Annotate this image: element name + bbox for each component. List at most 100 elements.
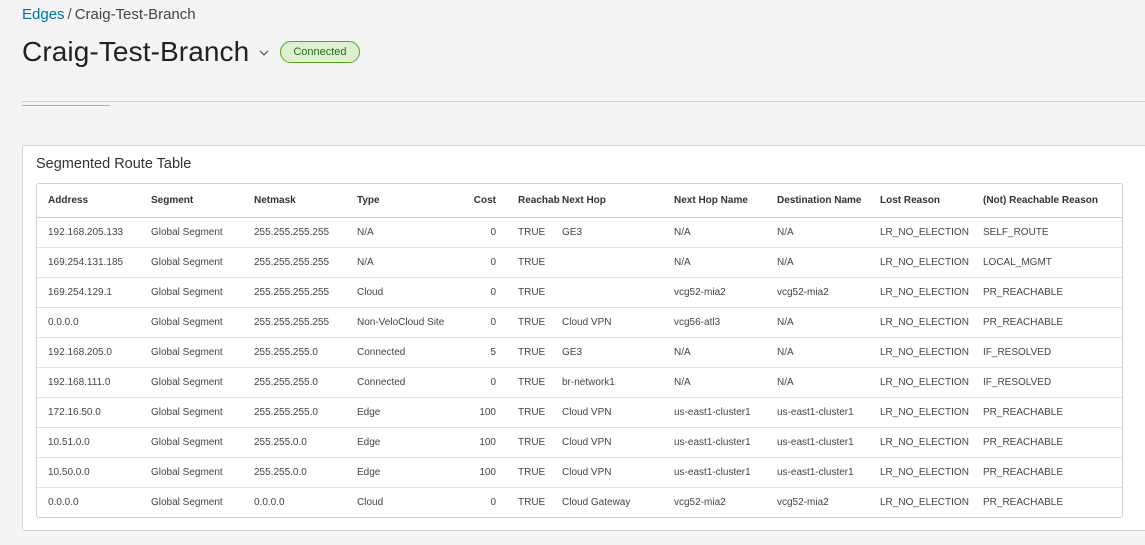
cell-netmask: 255.255.255.0 bbox=[243, 397, 346, 428]
cell-next-hop: GE3 bbox=[560, 217, 663, 248]
cell-next-hop: Cloud Gateway bbox=[562, 497, 631, 508]
tab-underline bbox=[22, 105, 110, 106]
cell-cost: 0 bbox=[449, 277, 507, 308]
table-row[interactable]: 192.168.111.0 Global Segment 255.255.255.0… bbox=[37, 367, 1122, 398]
cell-destination-name: N/A bbox=[766, 307, 869, 338]
cell-segment: Global Segment bbox=[140, 427, 243, 458]
route-table: Address Segment Netmask Type Cost Reacha… bbox=[37, 184, 1122, 517]
cell-not-reachable-reason: PR_REACHABLE bbox=[983, 497, 1064, 508]
cell-address: 192.168.205.133 bbox=[37, 217, 140, 248]
col-header-netmask[interactable]: Netmask bbox=[243, 184, 346, 218]
cell-not-reachable-reason: PR_REACHABLE bbox=[972, 427, 1122, 458]
cell-segment: Global Segment bbox=[140, 337, 243, 368]
cell-lost-reason: LR_NO_ELECTION bbox=[880, 497, 969, 508]
cell-reachable: TRUE bbox=[507, 247, 560, 278]
cell-type: N/A bbox=[346, 217, 449, 248]
cell-cost: 0 bbox=[449, 367, 507, 398]
cell-not-reachable-reason: IF_RESOLVED bbox=[972, 367, 1122, 398]
title-row: Craig-Test-Branch Connected bbox=[22, 36, 360, 68]
cell-cost: 100 bbox=[449, 397, 507, 428]
cell-type: Non-VeloCloud Site bbox=[346, 307, 449, 338]
cell-next-hop: br-network1 bbox=[560, 367, 663, 398]
table-row[interactable]: 169.254.131.185 Global Segment 255.255.255… bbox=[37, 247, 1122, 278]
cell-reachable: TRUE bbox=[507, 397, 560, 428]
cell-address: 0.0.0.0 bbox=[48, 497, 79, 508]
cell-next-hop-name: N/A bbox=[663, 217, 766, 248]
cell-destination-name: vcg52-mia2 bbox=[777, 497, 829, 508]
cell-reachable: TRUE bbox=[507, 307, 560, 338]
chevron-down-icon[interactable] bbox=[258, 47, 270, 59]
cell-segment: Global Segment bbox=[140, 457, 243, 488]
cell-lost-reason: LR_NO_ELECTION bbox=[869, 337, 972, 368]
table-row[interactable]: 0.0.0.0 Global Segment 255.255.255.255 Non-… bbox=[37, 307, 1122, 338]
cell-cost: 0 bbox=[449, 217, 507, 248]
table-row[interactable]: 192.168.205.133 Global Segment 255.255.255… bbox=[37, 217, 1122, 248]
cell-not-reachable-reason: IF_RESOLVED bbox=[972, 337, 1122, 368]
route-table-grid: Address Segment Netmask Type Cost Reacha… bbox=[36, 183, 1123, 518]
col-header-next-hop[interactable]: Next Hop bbox=[560, 184, 663, 218]
col-header-next-hop-name[interactable]: Next Hop Name bbox=[663, 184, 766, 218]
cell-cost: 100 bbox=[449, 457, 507, 488]
col-header-destination-name[interactable]: Destination Name bbox=[766, 184, 869, 218]
col-header-type[interactable]: Type bbox=[346, 184, 449, 218]
cell-type: Cloud bbox=[346, 277, 449, 308]
cell-destination-name: us-east1-cluster1 bbox=[766, 457, 869, 488]
card-title: Segmented Route Table bbox=[36, 156, 192, 172]
cell-next-hop-name: us-east1-cluster1 bbox=[663, 427, 766, 458]
cell-destination-name: vcg52-mia2 bbox=[766, 277, 869, 308]
cell-next-hop-name: N/A bbox=[663, 367, 766, 398]
cell-type: Cloud bbox=[357, 497, 384, 508]
cell-netmask: 0.0.0.0 bbox=[254, 497, 285, 508]
col-header-reachable[interactable]: Reachable bbox=[507, 184, 560, 218]
cell-address: 169.254.129.1 bbox=[37, 277, 140, 308]
table-row[interactable]: 0.0.0.0 Global Segment 0.0.0.0 Cloud 0 TRUE Cl… bbox=[37, 488, 1122, 518]
table-row[interactable]: 192.168.205.0 Global Segment 255.255.255.0… bbox=[37, 337, 1122, 368]
table-row[interactable]: 169.254.129.1 Global Segment 255.255.255.2… bbox=[37, 277, 1122, 308]
cell-next-hop: Cloud VPN bbox=[560, 457, 663, 488]
route-table-card: Segmented Route Table Address Segment Ne… bbox=[22, 145, 1145, 531]
col-header-address[interactable]: Address bbox=[37, 184, 140, 218]
cell-next-hop: GE3 bbox=[560, 337, 663, 368]
cell-destination-name: us-east1-cluster1 bbox=[766, 397, 869, 428]
cell-reachable: TRUE bbox=[518, 497, 546, 508]
cell-cost: 0 bbox=[490, 497, 496, 508]
cell-cost: 0 bbox=[449, 247, 507, 278]
cell-destination-name: N/A bbox=[766, 247, 869, 278]
table-row[interactable]: 172.16.50.0 Global Segment 255.255.255.0 Ed… bbox=[37, 397, 1122, 428]
cell-lost-reason: LR_NO_ELECTION bbox=[869, 457, 972, 488]
cell-segment: Global Segment bbox=[140, 247, 243, 278]
breadcrumb-separator: / bbox=[67, 6, 72, 23]
cell-reachable: TRUE bbox=[507, 427, 560, 458]
cell-next-hop-name: vcg56-atl3 bbox=[663, 307, 766, 338]
col-header-segment[interactable]: Segment bbox=[140, 184, 243, 218]
cell-address: 192.168.205.0 bbox=[37, 337, 140, 368]
cell-reachable: TRUE bbox=[507, 337, 560, 368]
cell-lost-reason: LR_NO_ELECTION bbox=[869, 397, 972, 428]
cell-destination-name: us-east1-cluster1 bbox=[766, 427, 869, 458]
cell-lost-reason: LR_NO_ELECTION bbox=[869, 307, 972, 338]
cell-type: N/A bbox=[346, 247, 449, 278]
cell-reachable: TRUE bbox=[507, 217, 560, 248]
col-header-lost-reason[interactable]: Lost Reason bbox=[869, 184, 972, 218]
cell-address: 10.51.0.0 bbox=[37, 427, 140, 458]
cell-address: 10.50.0.0 bbox=[37, 457, 140, 488]
cell-segment: Global Segment bbox=[140, 277, 243, 308]
col-header-cost[interactable]: Cost bbox=[449, 184, 507, 218]
cell-segment: Global Segment bbox=[140, 217, 243, 248]
status-badge: Connected bbox=[280, 41, 360, 63]
table-row[interactable]: 10.50.0.0 Global Segment 255.255.0.0 Edge 10… bbox=[37, 457, 1122, 488]
cell-address: 172.16.50.0 bbox=[37, 397, 140, 428]
cell-lost-reason: LR_NO_ELECTION bbox=[869, 367, 972, 398]
cell-address: 0.0.0.0 bbox=[37, 307, 140, 338]
cell-segment: Global Segment bbox=[140, 397, 243, 428]
cell-reachable: TRUE bbox=[507, 457, 560, 488]
cell-not-reachable-reason: PR_REACHABLE bbox=[972, 277, 1122, 308]
cell-netmask: 255.255.255.0 bbox=[243, 367, 346, 398]
cell-next-hop-name: vcg52-mia2 bbox=[663, 277, 766, 308]
col-header-not-reachable-reason[interactable]: (Not) Reachable Reason bbox=[972, 184, 1122, 218]
breadcrumb-link-edges[interactable]: Edges bbox=[22, 6, 65, 23]
cell-address: 169.254.131.185 bbox=[37, 247, 140, 278]
table-row[interactable]: 10.51.0.0 Global Segment 255.255.0.0 Edge 10… bbox=[37, 427, 1122, 458]
cell-type: Connected bbox=[346, 337, 449, 368]
cell-next-hop-name: N/A bbox=[663, 337, 766, 368]
